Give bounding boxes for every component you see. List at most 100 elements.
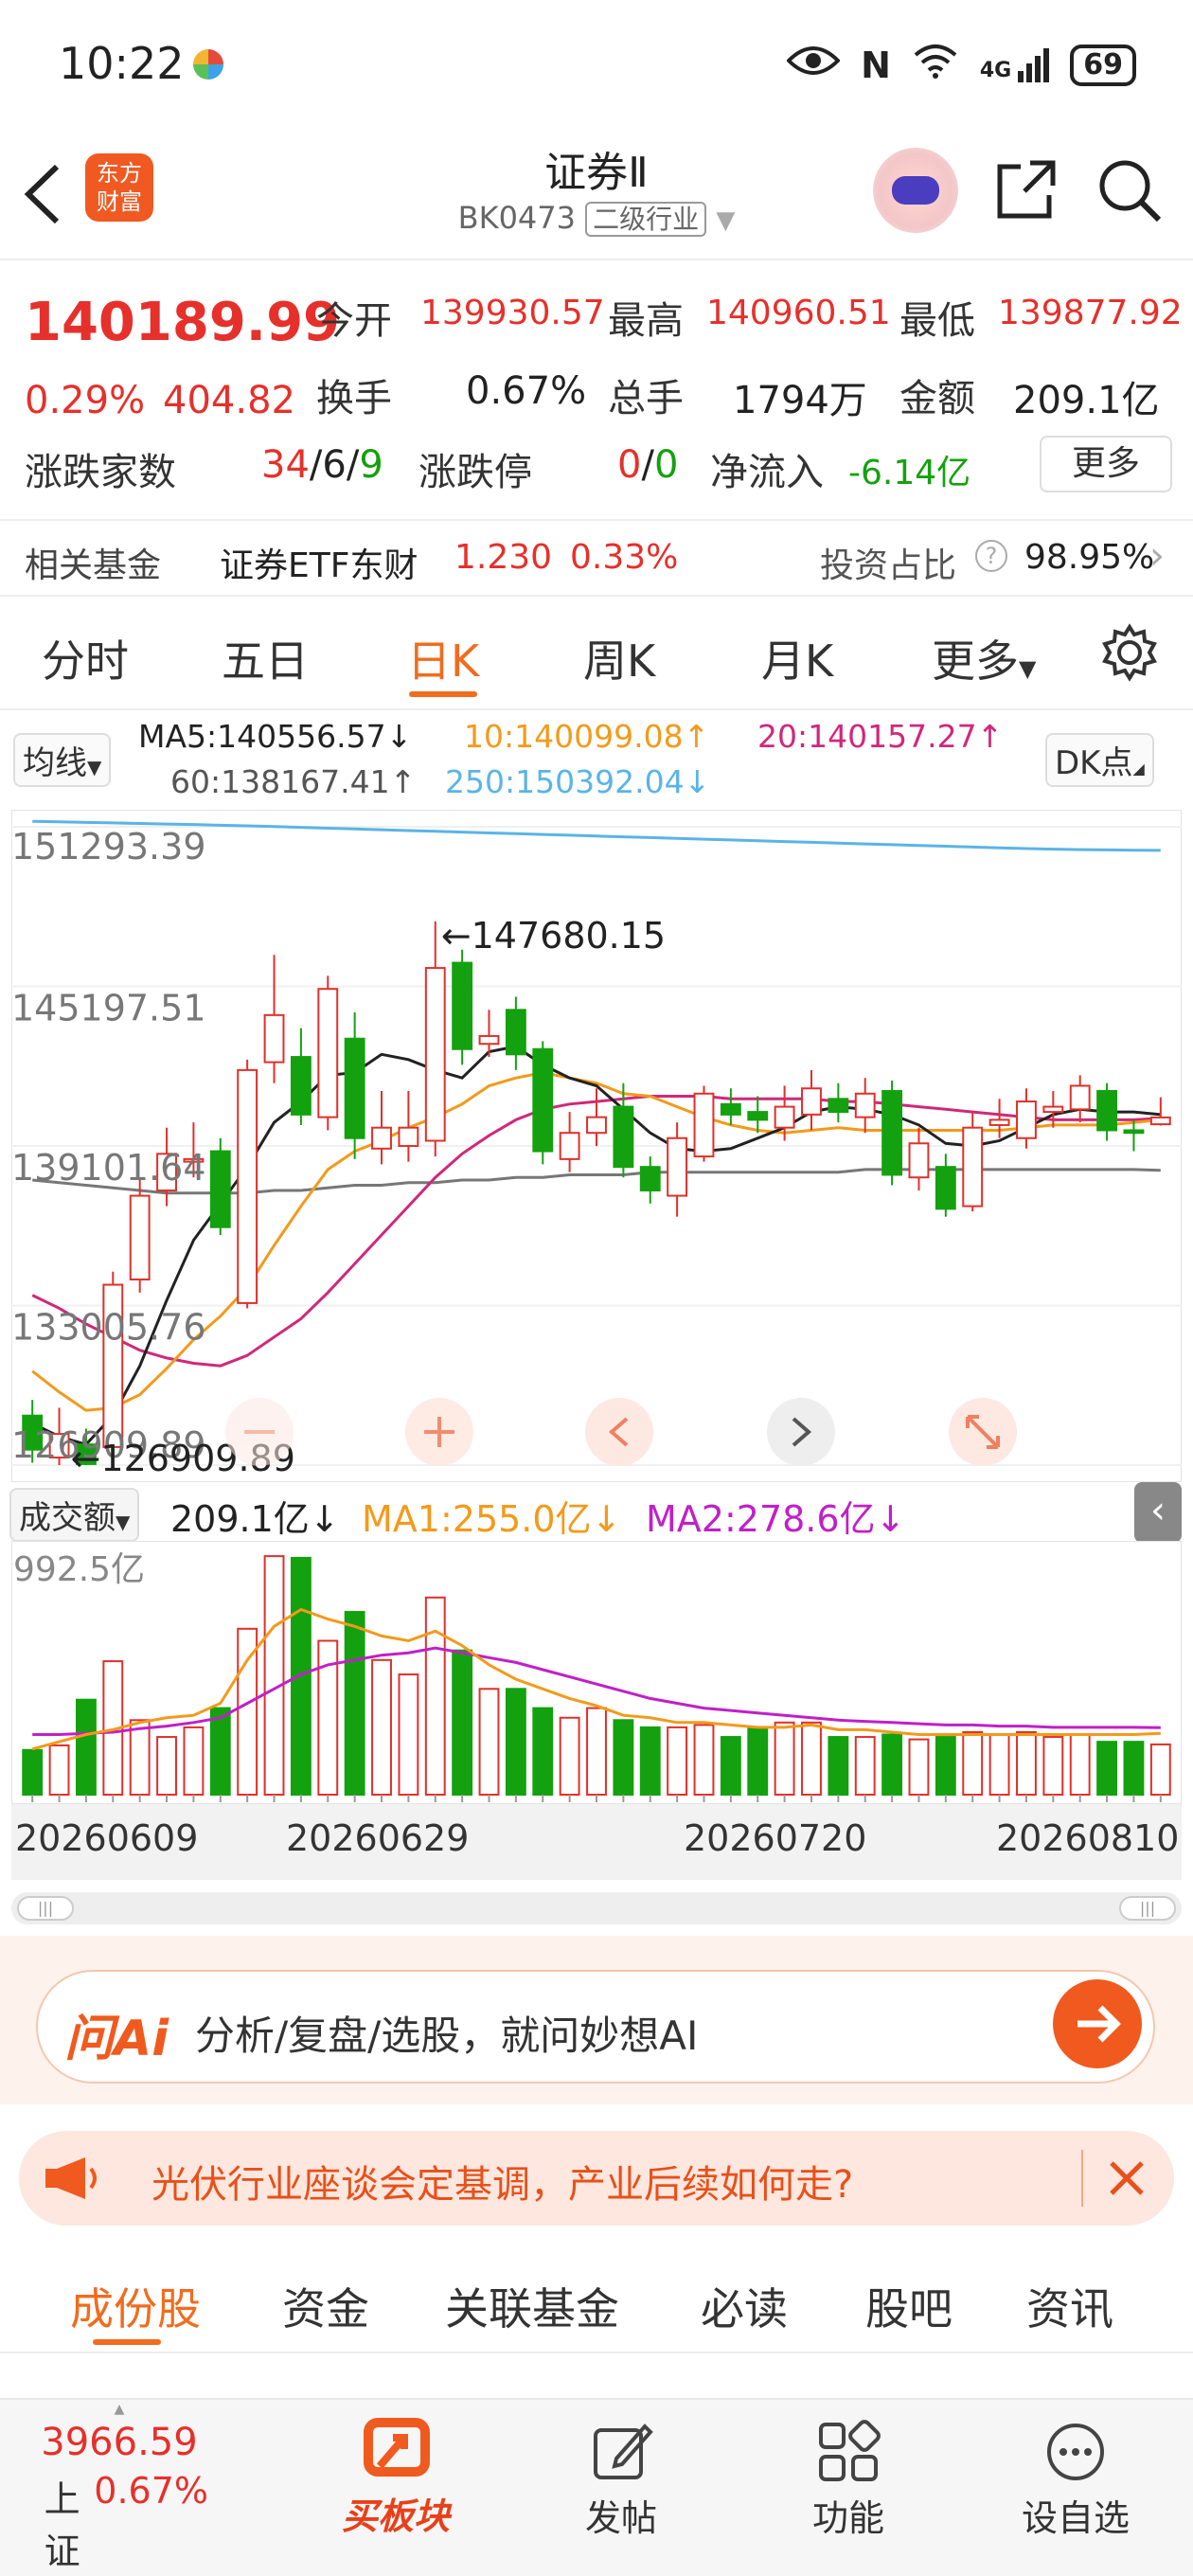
zoom-in-button[interactable] — [405, 1398, 473, 1466]
tab-related-funds[interactable]: 关联基金 — [445, 2275, 619, 2337]
pan-left-button[interactable] — [585, 1398, 653, 1466]
limit-up-count: 0 — [617, 443, 642, 487]
fund-price: 1.230 — [454, 538, 553, 577]
section-tabs: 成份股 资金 关联基金 必读 股吧 资讯 — [0, 2245, 1193, 2353]
megaphone-icon — [44, 2156, 100, 2205]
volume-bar — [693, 1724, 715, 1796]
help-icon[interactable]: ? — [975, 540, 1007, 572]
volume-header: 成交额▼ 209.1亿↓ MA1:255.0亿↓ MA2:278.6亿↓ ‹ — [0, 1482, 1193, 1543]
zoom-out-button[interactable] — [225, 1398, 294, 1466]
kline-chart[interactable]: 151293.39145197.51139101.64133005.761269… — [11, 810, 1182, 1482]
volume-bar — [613, 1719, 634, 1796]
tab-more[interactable]: 更多▼ — [932, 627, 1036, 689]
volume-bar — [1149, 1743, 1171, 1796]
volume-top-label: 992.5亿 — [13, 1550, 145, 1589]
volume-current: 209.1亿↓ — [170, 1498, 340, 1540]
ma10-value: 10:140099.08↑ — [464, 718, 710, 755]
related-fund-row[interactable]: 相关基金 证券ETF东财 1.230 0.33% 投资占比 ? 98.95% › — [0, 519, 1193, 597]
chart-scrollbar[interactable]: ||| ||| — [11, 1892, 1182, 1924]
nfc-icon: N — [861, 44, 891, 86]
volume-bar — [586, 1707, 607, 1796]
status-bar: 10:22 N 4G 69 — [0, 0, 1193, 133]
up-count: 34 — [261, 443, 310, 487]
ma-selector[interactable]: 均线▼ — [13, 733, 112, 787]
scroll-handle-right[interactable]: ||| — [1119, 1896, 1176, 1921]
volume-bar — [344, 1611, 365, 1796]
ai-assistant-avatar[interactable] — [873, 148, 958, 233]
fullscreen-button[interactable] — [949, 1398, 1017, 1466]
volume-selector-label: 成交额 — [19, 1499, 116, 1537]
volume-bar — [398, 1673, 419, 1796]
volume-ma1: MA1:255.0亿↓ — [362, 1498, 622, 1540]
more-button[interactable]: 更多 — [1040, 436, 1172, 492]
index-name: 上证 — [44, 2478, 80, 2572]
ask-ai-submit-button[interactable] — [1053, 1979, 1142, 2068]
y-axis-label: 145197.51 — [11, 988, 206, 1029]
volume-bar — [774, 1721, 795, 1797]
y-axis-label: 139101.64 — [11, 1147, 206, 1189]
cellular-signal-icon: 4G — [979, 47, 1050, 82]
index-ticker[interactable]: ▲ 3966.59 上证 0.67% — [25, 2400, 214, 2574]
index-value: 3966.59 — [41, 2421, 198, 2464]
volume-bar — [209, 1707, 231, 1796]
netflow-label: 净流入 — [710, 451, 824, 494]
low-value: 139877.92 — [998, 294, 1183, 332]
tab-news[interactable]: 资讯 — [1026, 2275, 1113, 2337]
network-type: 4G — [979, 58, 1012, 82]
tab-constituents[interactable]: 成份股 — [70, 2275, 201, 2337]
nav-functions[interactable]: 功能 — [754, 2400, 943, 2541]
gear-icon[interactable] — [1100, 623, 1159, 686]
tab-must-read[interactable]: 必读 — [701, 2275, 788, 2337]
tab-weekly-k[interactable]: 周K — [583, 627, 655, 689]
volume-bar — [667, 1726, 688, 1796]
ma250-value: 250:150392.04↓ — [445, 763, 711, 800]
tab-forum[interactable]: 股吧 — [865, 2275, 953, 2337]
volume-label: 总手 — [608, 377, 684, 420]
back-button[interactable] — [19, 161, 66, 243]
amount-label: 金额 — [899, 377, 975, 420]
fund-name[interactable]: 证券ETF东财 — [220, 538, 418, 587]
nav-buy-sector[interactable]: 买板块 — [301, 2400, 490, 2539]
scroll-handle-left[interactable]: ||| — [17, 1896, 74, 1921]
tab-monthly-k[interactable]: 月K — [761, 627, 833, 689]
news-banner[interactable]: 光伏行业座谈会定基调，产业后续如何走? — [19, 2131, 1174, 2226]
candle — [962, 1112, 984, 1212]
tab-daily-k[interactable]: 日K — [407, 627, 479, 689]
open-label: 今开 — [316, 299, 392, 343]
buy-sector-label: 买板块 — [341, 2496, 450, 2537]
current-price: 140189.99 — [25, 292, 340, 353]
tab-funds-flow[interactable]: 资金 — [282, 2275, 369, 2337]
pan-right-button[interactable] — [767, 1398, 835, 1466]
ask-ai-brand: 问Ai — [64, 2011, 169, 2067]
nav-post[interactable]: 发帖 — [526, 2400, 716, 2541]
kline-max-marker: ←147680.15 — [441, 915, 666, 957]
volume-chart[interactable]: 992.5亿 — [11, 1541, 1182, 1804]
share-icon[interactable] — [992, 157, 1059, 227]
tab-intraday[interactable]: 分时 — [42, 627, 129, 689]
turnover-label: 换手 — [316, 377, 392, 420]
search-icon[interactable] — [1096, 157, 1163, 227]
collapse-panel-button[interactable]: ‹ — [1134, 1482, 1182, 1543]
candle — [452, 949, 473, 1065]
arrow-right-icon — [1077, 2005, 1121, 2043]
flat-count: 6 — [322, 443, 347, 487]
tab-five-day[interactable]: 五日 — [222, 627, 309, 689]
ma-selector-label: 均线 — [23, 744, 87, 782]
close-icon[interactable] — [1098, 2150, 1155, 2210]
volume-bar — [720, 1736, 741, 1796]
add-watchlist-label: 设自选 — [1021, 2497, 1130, 2539]
volume-selector[interactable]: 成交额▼ — [9, 1488, 140, 1542]
chevron-left-icon — [24, 164, 60, 224]
app-notification-icon — [193, 49, 223, 80]
dk-point-toggle[interactable]: DK点◢ — [1045, 733, 1154, 787]
nav-add-watchlist[interactable]: 设自选 — [981, 2400, 1170, 2541]
sector-code: BK0473 — [457, 200, 576, 236]
netflow-value: -6.14亿 — [848, 454, 971, 492]
high-label: 最高 — [608, 299, 684, 343]
caret-down-icon[interactable]: ▼ — [716, 206, 735, 235]
app-logo: 东方 财富 — [85, 153, 153, 222]
ask-ai-input[interactable]: 问Ai 分析/复盘/选股，就问妙想AI — [36, 1970, 1155, 2084]
volume-bar — [1096, 1741, 1117, 1796]
volume-bar — [747, 1726, 769, 1796]
volume-ma2: MA2:278.6亿↓ — [646, 1498, 906, 1540]
